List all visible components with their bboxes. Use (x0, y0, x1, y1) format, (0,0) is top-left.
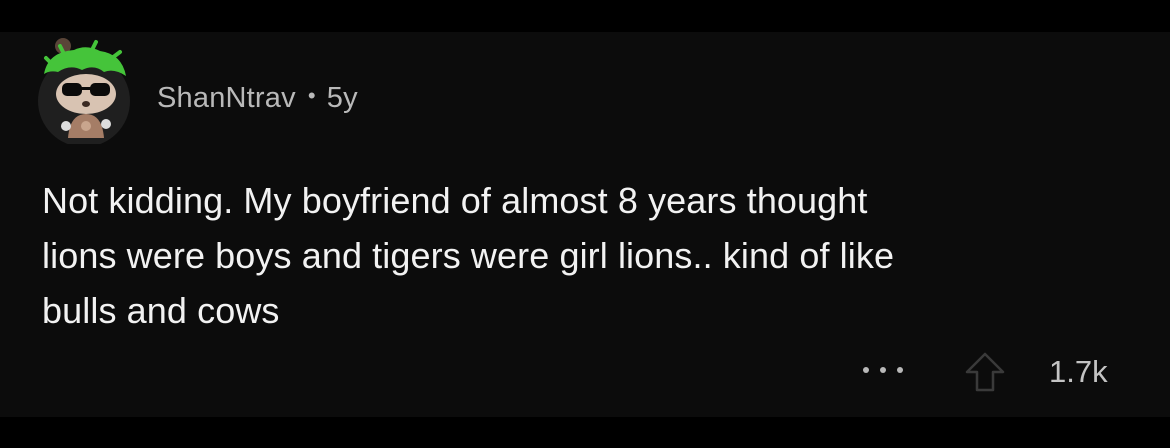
vote-count: 1.7k (1049, 354, 1108, 389)
comment-body: Not kidding. My boyfriend of almost 8 ye… (42, 180, 895, 331)
user-avatar[interactable] (34, 34, 134, 144)
avatar-glasses-right (90, 83, 110, 96)
more-dot-icon (863, 367, 869, 373)
meta-separator: • (307, 83, 316, 108)
upvote-button[interactable] (963, 350, 1007, 394)
comment-meta: ShanNtrav • 5y (157, 81, 358, 115)
avatar-glasses-left (62, 83, 82, 96)
avatar-glasses-bridge (80, 87, 92, 90)
comment-card: ShanNtrav • 5y Not kidding. My boyfriend… (0, 32, 1170, 417)
avatar-image (38, 38, 130, 144)
more-dot-icon (897, 367, 903, 373)
avatar-mouth (82, 101, 90, 107)
comment-age: 5y (326, 82, 358, 114)
more-options-button[interactable] (862, 358, 904, 382)
comment-actions: 1.7k (0, 350, 1170, 394)
author-username[interactable]: ShanNtrav (157, 81, 296, 115)
avatar-badge (81, 121, 91, 131)
avatar-hand-left (61, 121, 71, 131)
screen: ShanNtrav • 5y Not kidding. My boyfriend… (0, 0, 1170, 448)
more-dot-icon (880, 367, 886, 373)
avatar-hand-right (101, 119, 111, 129)
upvote-arrow-icon (965, 352, 1005, 392)
